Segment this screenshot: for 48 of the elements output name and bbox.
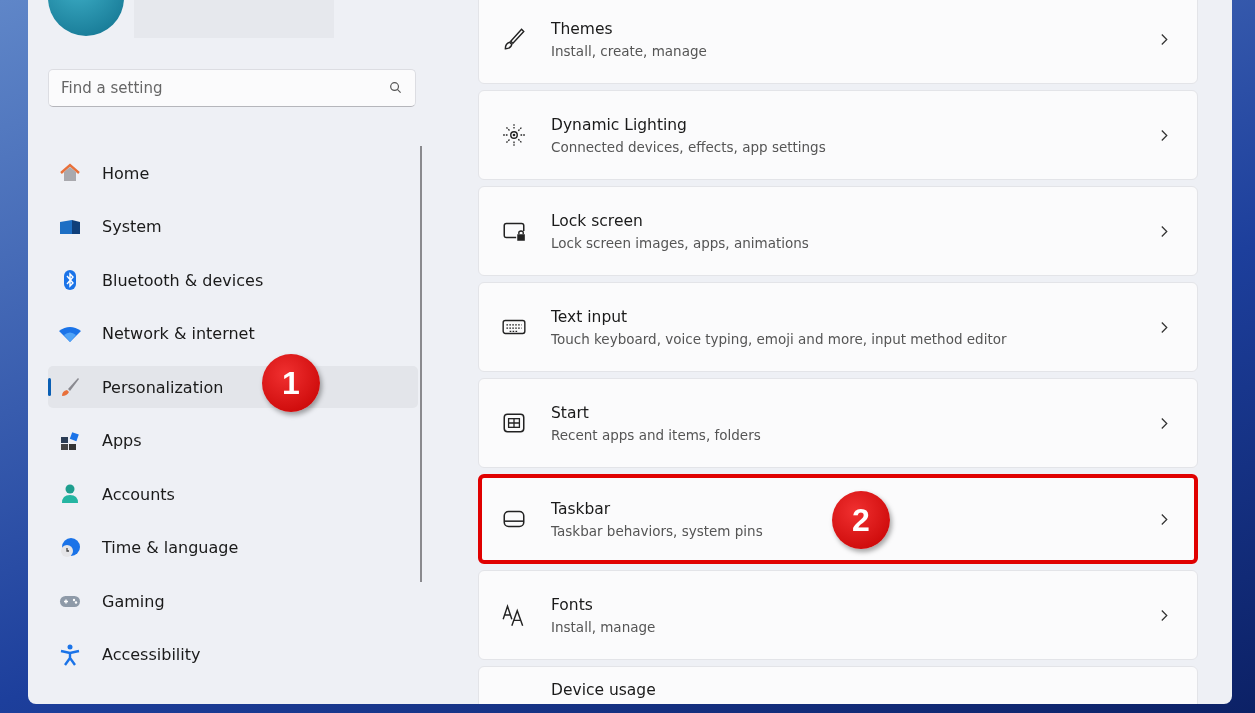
chevron-right-icon (1160, 224, 1169, 238)
chevron-right-icon (1160, 608, 1169, 622)
nav-item[interactable]: Gaming (48, 580, 418, 622)
setting-title: Device usage (551, 681, 657, 699)
nav-item[interactable]: Accessibility (48, 633, 418, 676)
search-field[interactable]: Find a setting (48, 69, 416, 107)
setting-card[interactable]: Dynamic Lighting Connected devices, effects, app settings (478, 90, 1198, 180)
setting-card[interactable]: Themes Install, create, manage (478, 0, 1198, 84)
setting-description: Recent apps and items, folders (551, 426, 762, 443)
nav-item[interactable]: Home (48, 152, 418, 194)
setting-card[interactable]: Taskbar Taskbar behaviors, system pins 2 (478, 474, 1198, 564)
setting-title: Taskbar (551, 499, 612, 518)
nav-item[interactable]: Bluetooth & devices (48, 259, 418, 301)
callout-number-overlay: 2 (832, 491, 890, 549)
chevron-right-icon (1160, 416, 1169, 430)
callout-number-overlay: 1 (262, 354, 320, 412)
setting-card[interactable]: Lock screen Lock screen images, apps, animations (478, 186, 1198, 276)
accessibility-icon (58, 642, 82, 667)
light-burst-icon (501, 122, 527, 148)
setting-title: Start (551, 403, 590, 422)
setting-description: Connected devices, effects, app settings (551, 138, 827, 155)
setting-description: Taskbar behaviors, system pins (551, 522, 764, 539)
chevron-right-icon (1160, 128, 1169, 142)
setting-card[interactable]: Fonts Install, manage (478, 570, 1198, 660)
nav-item[interactable]: Network & internet (48, 312, 418, 355)
chevron-right-icon (1160, 32, 1169, 46)
globe-clock-icon (58, 535, 82, 560)
nav-item[interactable]: Accounts (48, 473, 418, 515)
setting-card[interactable]: Text input Touch keyboard, voice typing, emoji and more, input method editor (478, 282, 1198, 372)
setting-description: Install, create, manage (551, 42, 708, 59)
setting-title: Lock screen (551, 211, 644, 230)
chevron-right-icon (1160, 320, 1169, 334)
setting-title: Fonts (551, 595, 594, 614)
nav-item[interactable]: Apps (48, 419, 418, 462)
setting-title: Themes (551, 19, 614, 38)
setting-title: Text input (551, 307, 629, 326)
scrollbar[interactable] (420, 146, 422, 582)
search-icon (389, 81, 402, 94)
setting-title: Dynamic Lighting (551, 115, 688, 134)
nav-item[interactable]: Time & language (48, 526, 418, 569)
setting-description: Touch keyboard, voice typing, emoji and more, input method editor (551, 330, 1008, 347)
setting-description: Lock screen images, apps, animations (551, 234, 810, 251)
setting-card[interactable]: Device usage (478, 666, 1198, 704)
chevron-right-icon (1160, 512, 1169, 526)
selection-indicator (48, 378, 51, 396)
setting-card[interactable]: Start Recent apps and items, folders (478, 378, 1198, 468)
setting-description: Install, manage (551, 618, 657, 635)
nav-item[interactable]: System (48, 205, 418, 248)
